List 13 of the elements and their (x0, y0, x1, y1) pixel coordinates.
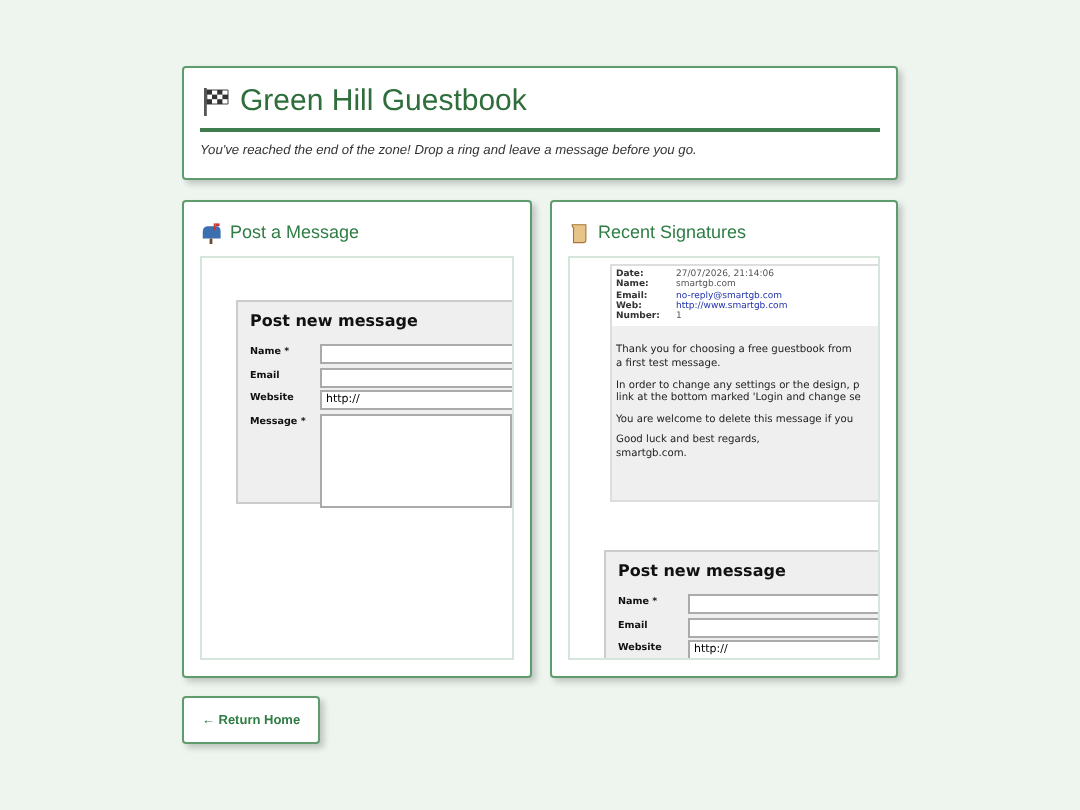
input-field[interactable] (688, 594, 878, 614)
scroll-icon (568, 221, 590, 243)
page-title: Green Hill Guestbook (240, 84, 527, 118)
mailbox-icon (200, 221, 222, 243)
input-field[interactable] (320, 367, 512, 387)
form-heading: Post new message (250, 312, 420, 330)
checkered-flag-icon (200, 85, 232, 117)
panel-title: Post a Message (230, 222, 360, 242)
input-field[interactable] (688, 617, 878, 637)
panel-title: Recent Signatures (598, 222, 747, 242)
form-heading: Post new message (618, 562, 788, 580)
message-field[interactable] (320, 413, 512, 507)
input-field[interactable] (320, 344, 512, 364)
